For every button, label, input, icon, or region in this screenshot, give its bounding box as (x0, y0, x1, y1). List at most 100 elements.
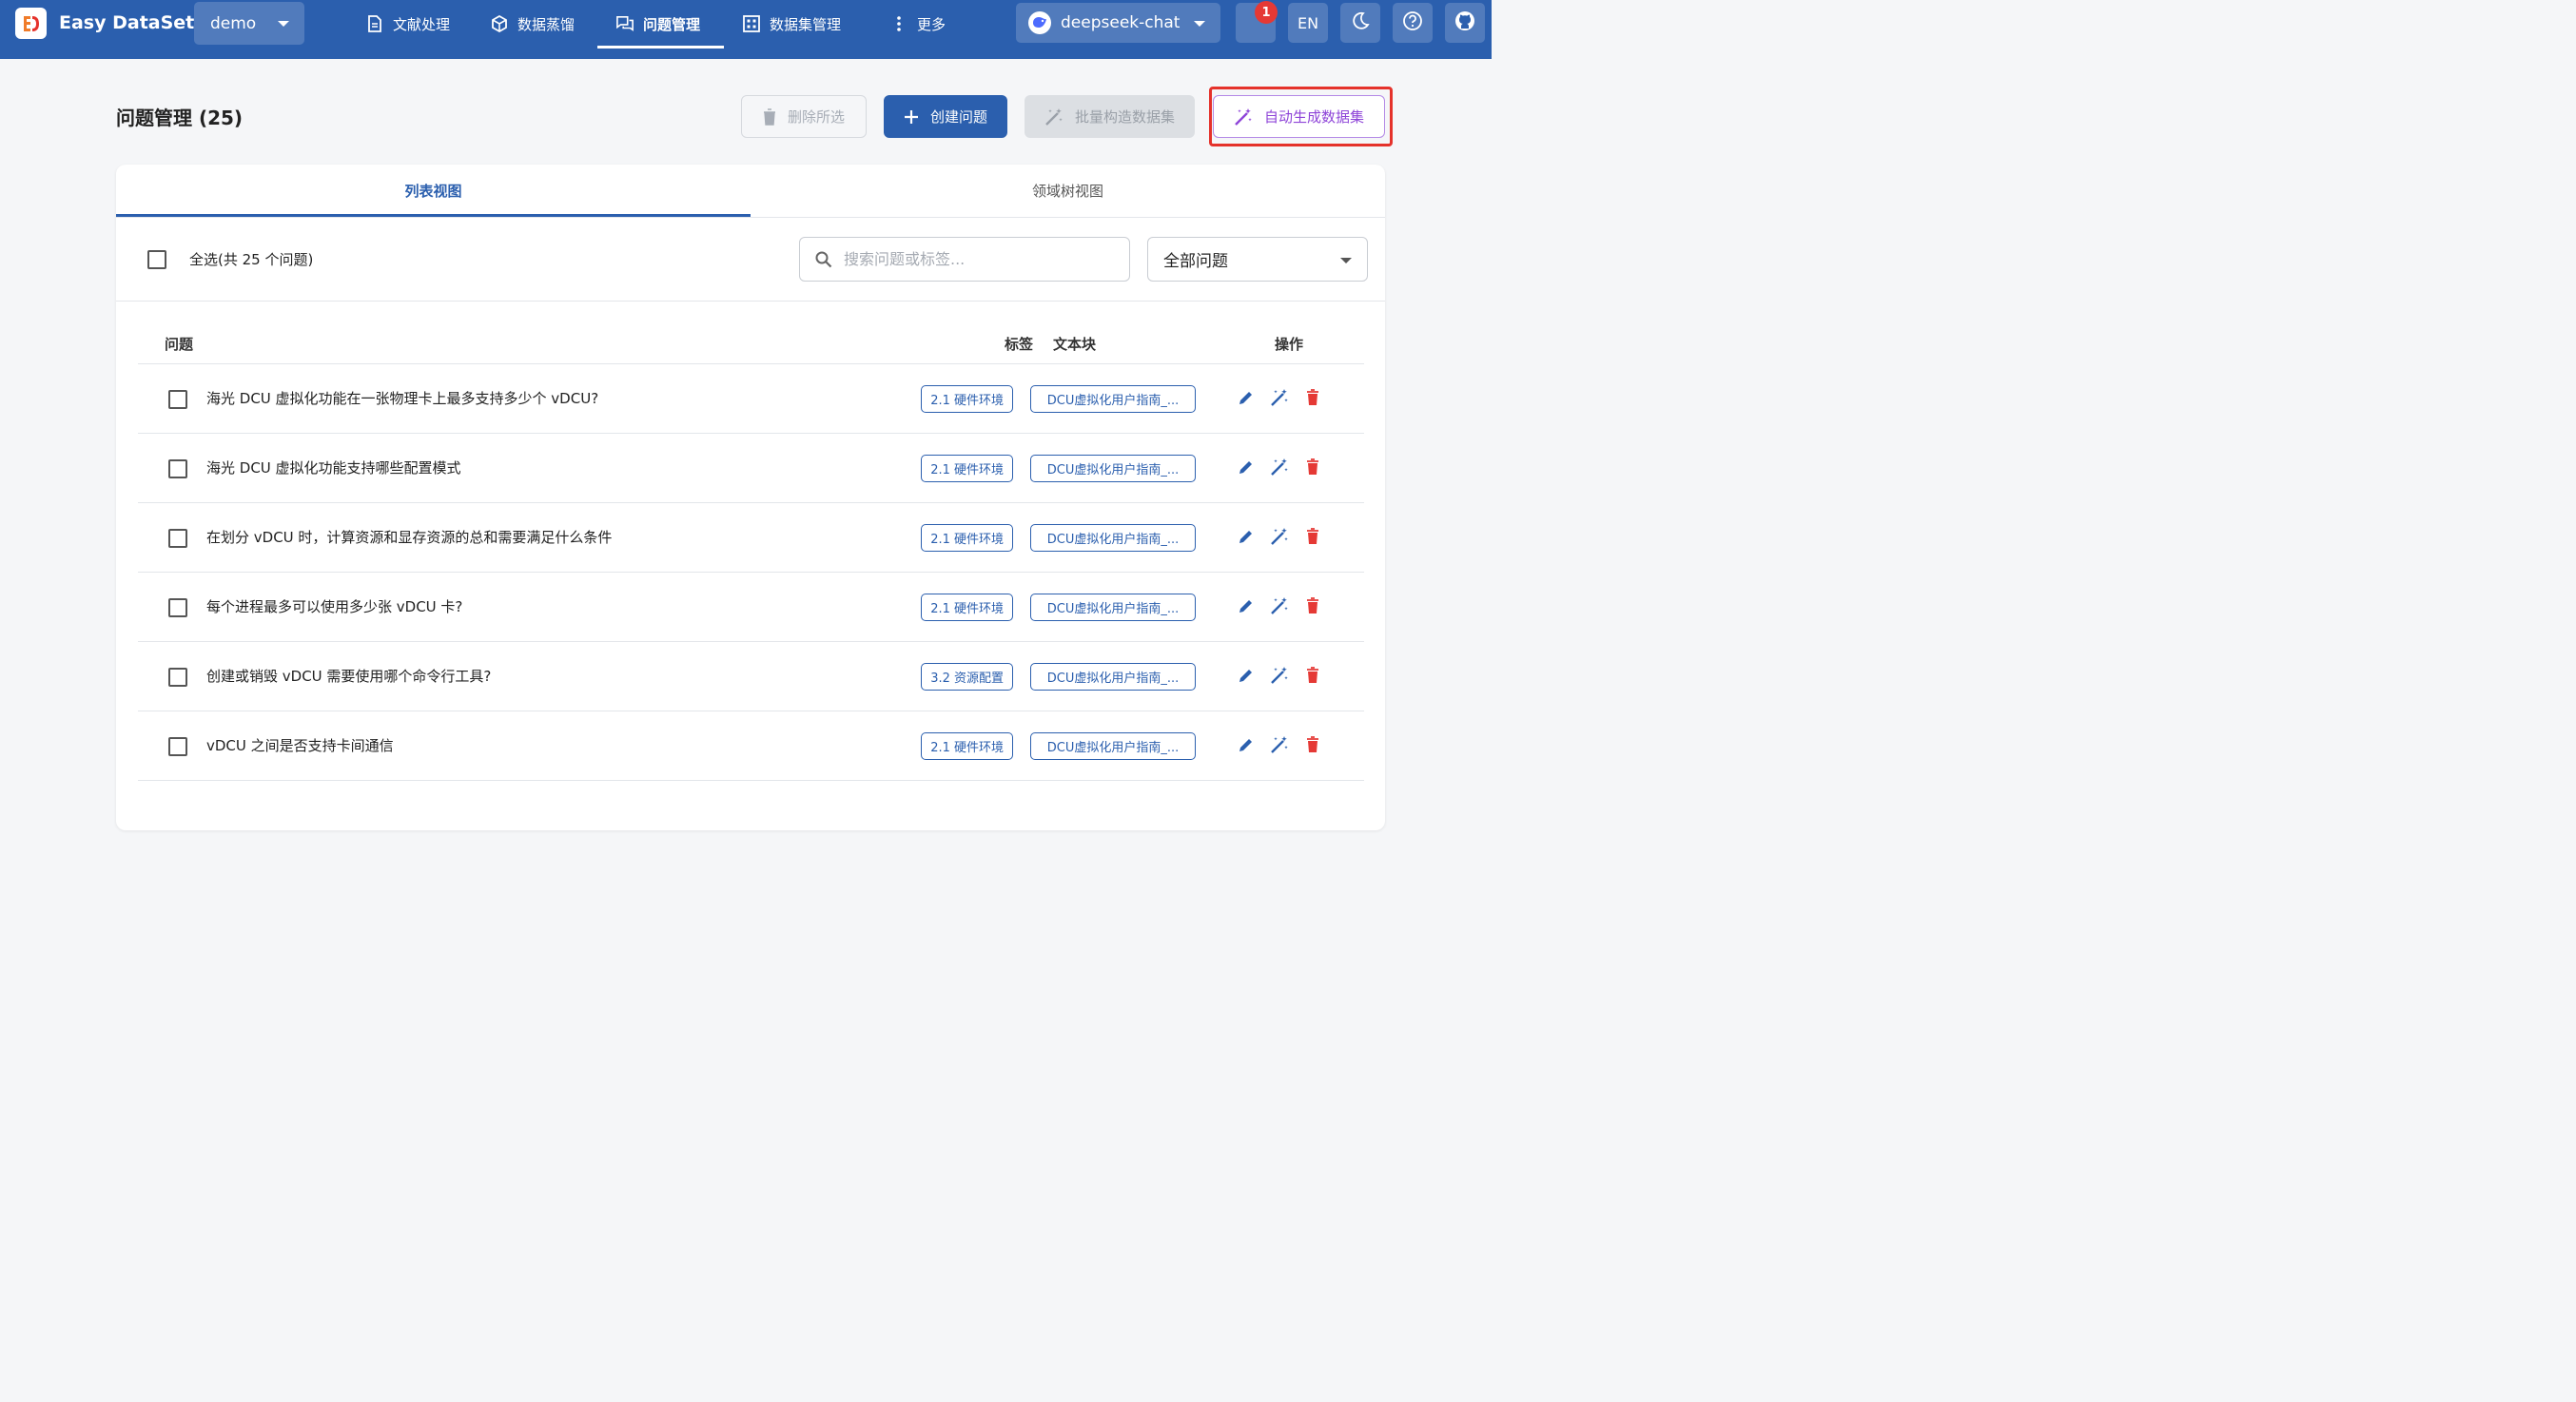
document-icon (366, 15, 383, 32)
question-text[interactable]: 每个进程最多可以使用多少张 vDCU 卡? (206, 596, 462, 616)
nav-item-dataset-management[interactable]: 数据集管理 (743, 0, 841, 48)
pencil-icon (1238, 736, 1255, 757)
app-logo[interactable] (15, 8, 47, 39)
generate-dataset-button[interactable] (1269, 667, 1290, 688)
trash-icon (1306, 458, 1319, 479)
magic-wand-icon (1270, 596, 1289, 619)
delete-button[interactable] (1302, 528, 1323, 549)
generate-dataset-button[interactable] (1269, 597, 1290, 618)
chevron-down-icon (1194, 21, 1205, 27)
delete-selected-label: 删除所选 (787, 108, 845, 126)
question-text[interactable]: 在划分 vDCU 时，计算资源和显存资源的总和需要满足什么条件 (206, 527, 612, 547)
delete-selected-button[interactable]: 删除所选 (741, 95, 867, 138)
github-button[interactable] (1445, 3, 1485, 43)
divider (116, 301, 1385, 302)
question-text[interactable]: 创建或销毁 vDCU 需要使用哪个命令行工具? (206, 666, 491, 686)
language-label: EN (1297, 13, 1319, 32)
question-filter-select[interactable]: 全部问题 (1147, 237, 1368, 282)
pencil-icon (1238, 597, 1255, 618)
nav-item-more[interactable]: 更多 (890, 0, 946, 48)
batch-build-dataset-button[interactable]: 批量构造数据集 (1025, 95, 1195, 138)
generate-dataset-button[interactable] (1269, 736, 1290, 757)
nav-item-question-management[interactable]: 问题管理 (616, 0, 700, 48)
delete-button[interactable] (1302, 667, 1323, 688)
theme-toggle-button[interactable] (1340, 3, 1380, 43)
nav-label: 文献处理 (393, 15, 451, 33)
project-selector[interactable]: demo (194, 2, 304, 45)
batch-build-dataset-label: 批量构造数据集 (1074, 108, 1175, 126)
trash-icon (1306, 597, 1319, 618)
delete-button[interactable] (1302, 597, 1323, 618)
nav-label: 数据蒸馏 (517, 15, 576, 33)
cube-icon (491, 15, 508, 32)
create-question-label: 创建问题 (929, 108, 987, 126)
app-name: Easy DataSet (59, 12, 195, 33)
row-checkbox[interactable] (168, 668, 187, 687)
top-app-bar: Easy DataSet demo 文献处理 数据蒸馏 问题管理 数据集管理 更… (0, 0, 1492, 59)
text-chunk-chip[interactable]: DCU虚拟化用户指南_... (1030, 455, 1196, 482)
select-all-checkbox[interactable] (147, 250, 166, 269)
text-chunk-chip[interactable]: DCU虚拟化用户指南_... (1030, 594, 1196, 621)
text-chunk-chip[interactable]: DCU虚拟化用户指南_... (1030, 385, 1196, 413)
delete-button[interactable] (1302, 736, 1323, 757)
nav-item-data-distillation[interactable]: 数据蒸馏 (491, 0, 575, 48)
delete-button[interactable] (1302, 458, 1323, 479)
search-box[interactable] (799, 237, 1130, 282)
row-checkbox[interactable] (168, 390, 187, 409)
generate-dataset-button[interactable] (1269, 389, 1290, 410)
tag-chip[interactable]: 3.2 资源配置 (921, 663, 1013, 691)
tag-chip[interactable]: 2.1 硬件环境 (921, 594, 1013, 621)
tag-chip[interactable]: 2.1 硬件环境 (921, 732, 1013, 760)
nav-active-indicator (597, 46, 724, 49)
help-button[interactable] (1393, 3, 1433, 43)
edit-button[interactable] (1236, 389, 1257, 410)
tab-list-view[interactable]: 列表视图 (116, 165, 751, 217)
nav-label: 更多 (917, 15, 946, 33)
question-text[interactable]: 海光 DCU 虚拟化功能支持哪些配置模式 (206, 458, 461, 477)
text-chunk-chip[interactable]: DCU虚拟化用户指南_... (1030, 663, 1196, 691)
tag-chip[interactable]: 2.1 硬件环境 (921, 524, 1013, 552)
column-header-text-chunk: 文本块 (1053, 336, 1097, 353)
table-row: 海光 DCU 虚拟化功能在一张物理卡上最多支持多少个 vDCU? 2.1 硬件环… (138, 364, 1364, 434)
magic-wand-icon (1270, 388, 1289, 411)
divider (116, 217, 1385, 218)
edit-button[interactable] (1236, 667, 1257, 688)
question-text[interactable]: vDCU 之间是否支持卡间通信 (206, 735, 394, 755)
text-chunk-chip[interactable]: DCU虚拟化用户指南_... (1030, 732, 1196, 760)
table-row: vDCU 之间是否支持卡间通信 2.1 硬件环境 DCU虚拟化用户指南_... (138, 711, 1364, 781)
nav-label: 问题管理 (643, 15, 701, 33)
question-text[interactable]: 海光 DCU 虚拟化功能在一张物理卡上最多支持多少个 vDCU? (206, 388, 598, 408)
help-circle-icon (1402, 10, 1423, 35)
project-name: demo (210, 13, 257, 33)
row-checkbox[interactable] (168, 598, 187, 617)
text-chunk-chip[interactable]: DCU虚拟化用户指南_... (1030, 524, 1196, 552)
generate-dataset-button[interactable] (1269, 528, 1290, 549)
model-selector[interactable]: deepseek-chat (1016, 3, 1220, 43)
edit-button[interactable] (1236, 528, 1257, 549)
deepseek-logo-icon (1028, 11, 1051, 34)
plus-icon (904, 109, 919, 125)
tab-domain-tree-view[interactable]: 领域树视图 (751, 165, 1385, 217)
tag-chip[interactable]: 2.1 硬件环境 (921, 455, 1013, 482)
page-title: 问题管理 (25) (116, 107, 244, 129)
nav-item-document-processing[interactable]: 文献处理 (366, 0, 450, 48)
grid-icon (743, 15, 760, 32)
row-checkbox[interactable] (168, 737, 187, 756)
table-row: 每个进程最多可以使用多少张 vDCU 卡? 2.1 硬件环境 DCU虚拟化用户指… (138, 573, 1364, 642)
nav-label: 数据集管理 (770, 15, 842, 33)
edit-button[interactable] (1236, 458, 1257, 479)
language-button[interactable]: EN (1288, 3, 1328, 43)
edit-button[interactable] (1236, 597, 1257, 618)
magic-wand-icon (1270, 735, 1289, 758)
row-checkbox[interactable] (168, 459, 187, 478)
tag-chip[interactable]: 2.1 硬件环境 (921, 385, 1013, 413)
edit-button[interactable] (1236, 736, 1257, 757)
create-question-button[interactable]: 创建问题 (884, 95, 1007, 138)
pencil-icon (1238, 458, 1255, 479)
generate-dataset-button[interactable] (1269, 458, 1290, 479)
search-input[interactable] (844, 250, 1110, 268)
delete-button[interactable] (1302, 389, 1323, 410)
more-vert-icon (890, 15, 907, 32)
magic-wand-icon (1270, 666, 1289, 689)
row-checkbox[interactable] (168, 529, 187, 548)
